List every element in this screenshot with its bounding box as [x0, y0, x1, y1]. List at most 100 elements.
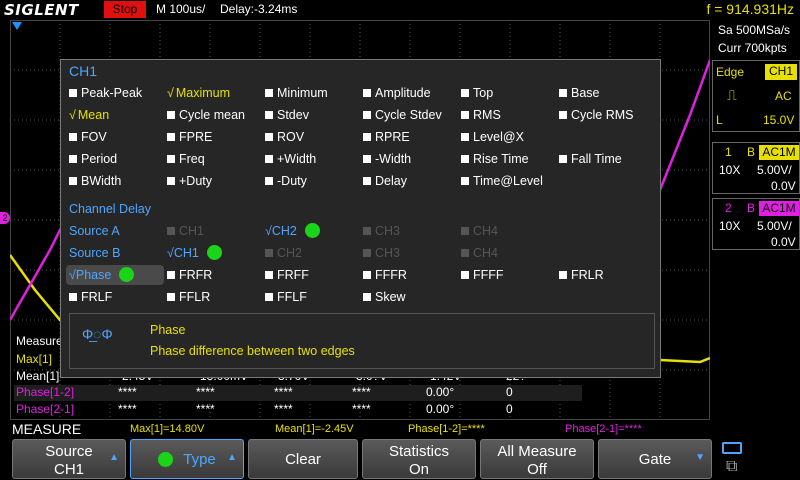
- up-arrow-icon: ▲: [227, 452, 237, 463]
- ch1-scale: 5.00V/: [757, 163, 792, 177]
- measure-option[interactable]: Freq: [167, 150, 205, 168]
- checkbox-icon: [265, 177, 273, 185]
- measure-option[interactable]: Fall Time: [559, 150, 622, 168]
- measure-cell: 0.00°: [426, 385, 455, 399]
- delay-option[interactable]: FFFR: [363, 266, 407, 284]
- trigger-position-marker[interactable]: [12, 22, 22, 30]
- measure-option[interactable]: Time@Level: [461, 172, 543, 190]
- delay-option[interactable]: FRLF: [69, 288, 112, 306]
- selected-indicator-icon: [304, 223, 320, 238]
- option-label: Phase: [75, 268, 112, 282]
- measure-option[interactable]: Delay: [363, 172, 407, 190]
- ch1-info-box[interactable]: 1 B AC1M 10X 5.00V/ 0.0V: [712, 142, 800, 194]
- measure-header-label: Measure: [16, 334, 63, 348]
- option-label: Rise Time: [473, 152, 529, 166]
- sample-rate: Sa 500MSa/s: [718, 23, 791, 37]
- ch2-number: 2: [725, 201, 732, 215]
- check-mark-icon: √: [265, 224, 272, 238]
- source-b-channel-option[interactable]: √CH1: [167, 244, 222, 262]
- checkbox-icon: [265, 271, 273, 279]
- measure-option[interactable]: Cycle Stdev: [363, 106, 442, 124]
- check-mark-icon: √: [69, 108, 76, 122]
- source-a-channel-option: CH4: [461, 222, 498, 240]
- measure-cell: ****: [274, 402, 293, 416]
- measure-option[interactable]: +Duty: [167, 172, 212, 190]
- checkbox-icon: [265, 155, 273, 163]
- delay-option[interactable]: FFLF: [265, 288, 307, 306]
- measure-option[interactable]: √ Mean: [69, 106, 109, 124]
- option-label: Maximum: [175, 86, 231, 100]
- option-label: FRLR: [571, 268, 604, 282]
- measure-option[interactable]: Period: [69, 150, 117, 168]
- measure-option[interactable]: Rise Time: [461, 150, 529, 168]
- measure-row-phase12: Phase[1-2] **** **** **** **** 0.00° 0: [14, 385, 582, 401]
- trigger-info-box[interactable]: Edge CH1 ⎍ AC L 15.0V: [712, 60, 800, 132]
- option-label: Stdev: [277, 108, 309, 122]
- measure-status-line: MEASURE Max[1]=14.80V Mean[1]=-2.45V Pha…: [0, 420, 800, 438]
- source-a-channel-option: CH1: [167, 222, 204, 240]
- statistics-softkey[interactable]: Statistics On: [362, 439, 476, 479]
- option-label: BWidth: [81, 174, 122, 188]
- option-label: CH4: [473, 246, 499, 260]
- softkey-bar: Source CH1 ▲ Type ▲ Clear Statistics On …: [0, 438, 800, 480]
- frequency-counter: f = 914.931Hz: [706, 1, 794, 17]
- option-label: Delay: [375, 174, 407, 188]
- option-label: Level@X: [473, 130, 524, 144]
- checkbox-icon: [461, 227, 469, 235]
- measure-option[interactable]: Top: [461, 84, 493, 102]
- siglent-logo: SIGLENT: [4, 1, 79, 19]
- ch2-offset: 0.0V: [771, 235, 796, 249]
- measure-cell: ****: [352, 385, 371, 399]
- all-measure-softkey[interactable]: All Measure Off: [480, 439, 594, 479]
- option-label: CH2: [277, 246, 303, 260]
- option-label: CH4: [473, 224, 499, 238]
- measure-option[interactable]: Base: [559, 84, 600, 102]
- channel-delay-title: Channel Delay: [69, 202, 151, 216]
- measure-option[interactable]: Cycle RMS: [559, 106, 634, 124]
- ch2-info-box[interactable]: 2 B AC1M 10X 5.00V/ 0.0V: [712, 198, 800, 250]
- option-label: Period: [81, 152, 118, 166]
- checkbox-icon: [69, 177, 77, 185]
- measure-option[interactable]: RPRE: [363, 128, 410, 146]
- measure-option[interactable]: Stdev: [265, 106, 309, 124]
- checkbox-icon: [363, 249, 371, 257]
- measure-cell: ****: [196, 385, 215, 399]
- source-softkey[interactable]: Source CH1 ▲: [12, 439, 126, 479]
- type-softkey[interactable]: Type ▲: [130, 439, 244, 479]
- measure-option[interactable]: +Width: [265, 150, 316, 168]
- measure-option[interactable]: Peak-Peak: [69, 84, 142, 102]
- source-a-channel-option[interactable]: √CH2: [265, 222, 320, 240]
- ch2-offset-marker[interactable]: 2: [0, 212, 10, 224]
- delay-option[interactable]: FFFF: [461, 266, 504, 284]
- checkbox-icon: [461, 111, 469, 119]
- clear-softkey[interactable]: Clear: [248, 439, 358, 479]
- delay-option[interactable]: FRLR: [559, 266, 604, 284]
- checkbox-icon: [265, 293, 273, 301]
- measure-option[interactable]: -Width: [363, 150, 411, 168]
- softkey-value: Off: [527, 461, 547, 478]
- measure-option[interactable]: √ Maximum: [167, 84, 230, 102]
- delay-option[interactable]: FFLR: [167, 288, 210, 306]
- measure-option[interactable]: ROV: [265, 128, 304, 146]
- measure-option[interactable]: -Duty: [265, 172, 307, 190]
- measure-type-dialog: CH1 Peak-Peak √ Maximum Minimum Amplitude Top…: [60, 59, 661, 378]
- option-label: CH3: [375, 246, 401, 260]
- measure-option[interactable]: FPRE: [167, 128, 212, 146]
- measure-option[interactable]: FOV: [69, 128, 107, 146]
- option-label: Amplitude: [375, 86, 431, 100]
- measure-option[interactable]: Minimum: [265, 84, 328, 102]
- measure-option[interactable]: RMS: [461, 106, 501, 124]
- softkey-label: Statistics: [388, 443, 449, 460]
- delay-option[interactable]: √Phase: [69, 266, 135, 284]
- gate-softkey[interactable]: Gate ▼: [598, 439, 712, 479]
- measure-cell: 0: [506, 385, 513, 399]
- measure-option[interactable]: Cycle mean: [167, 106, 245, 124]
- measure-row-name: Phase[1-2]: [16, 385, 75, 399]
- delay-option[interactable]: Skew: [363, 288, 406, 306]
- measure-option[interactable]: BWidth: [69, 172, 121, 190]
- measure-option[interactable]: Amplitude: [363, 84, 431, 102]
- option-label: -Width: [375, 152, 412, 166]
- delay-option[interactable]: FRFF: [265, 266, 309, 284]
- delay-option[interactable]: FRFR: [167, 266, 212, 284]
- measure-option[interactable]: Level@X: [461, 128, 524, 146]
